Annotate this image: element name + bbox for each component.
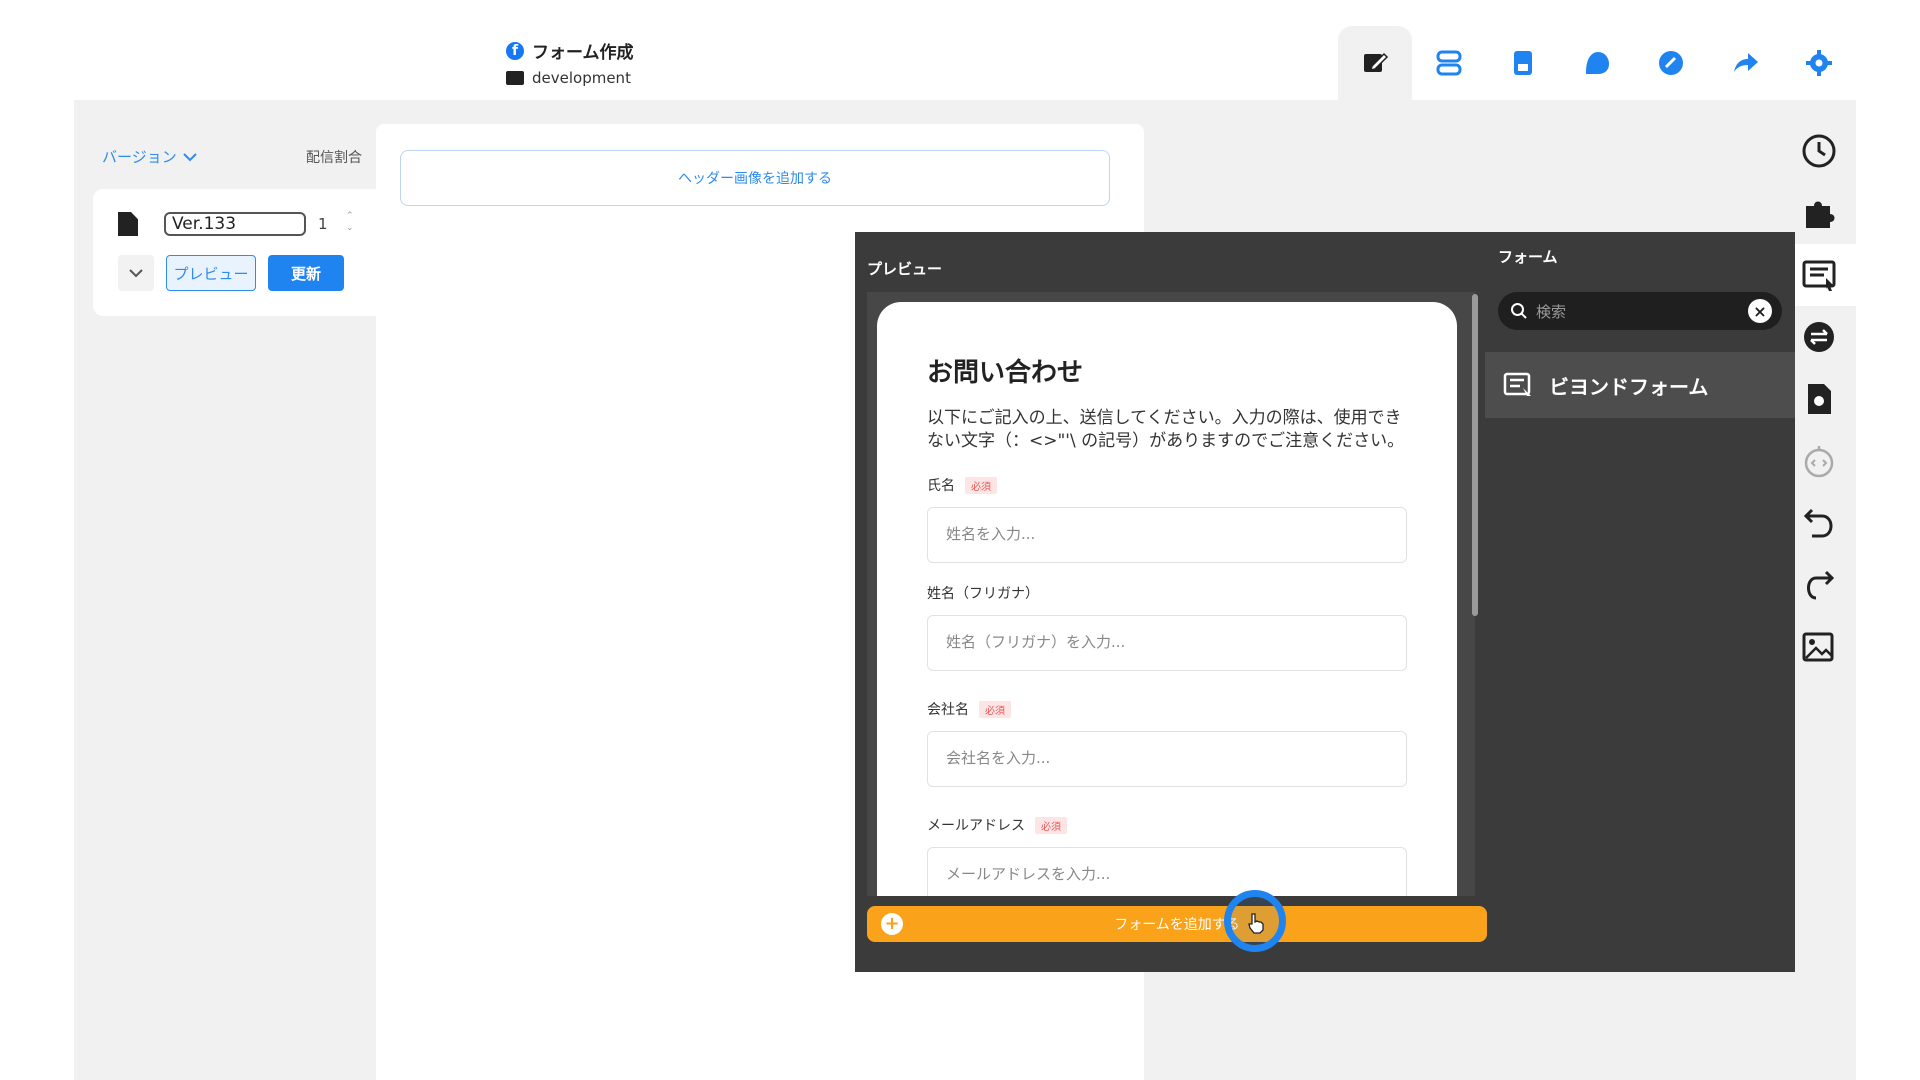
layout-button[interactable]: [1412, 26, 1486, 100]
folder-name: development: [532, 69, 631, 87]
stepper-arrows-icon[interactable]: ⌃ ⌄: [346, 210, 354, 234]
component-search[interactable]: 検索 ×: [1498, 292, 1782, 330]
search-icon: [1511, 303, 1527, 319]
required-badge: 必須: [965, 476, 997, 494]
component-label: ビヨンドフォーム: [1549, 374, 1709, 399]
image-upload-icon: [1802, 632, 1834, 662]
name-kana-input[interactable]: 姓名（フリガナ）を入力...: [927, 615, 1407, 671]
page-title: フォーム作成: [532, 43, 634, 63]
field-label: 会社名 必須: [927, 699, 1407, 719]
settings-button[interactable]: [1782, 26, 1856, 100]
preview-title: プレビュー: [867, 260, 943, 278]
field-label: 氏名 必須: [927, 475, 1407, 495]
hand-cursor-icon: [1248, 913, 1264, 934]
exchange-icon: [1804, 322, 1834, 352]
form-preview-pane[interactable]: お問い合わせ 以下にご記入の上、送信してください。入力の際は、使用できない文字（…: [867, 292, 1475, 896]
chevron-down-icon: [129, 269, 143, 278]
form-icon: [1503, 372, 1531, 396]
share-icon: [1734, 53, 1758, 72]
redo-icon: [1807, 570, 1835, 600]
version-panel: [93, 189, 376, 316]
form-icon: [1802, 260, 1836, 291]
preview-button[interactable]: プレビュー: [166, 255, 256, 291]
chevron-down-icon: [182, 152, 197, 161]
form-title: お問い合わせ: [927, 358, 1084, 388]
undo-icon: [1803, 508, 1833, 538]
field-label: メールアドレス 必須: [927, 815, 1407, 835]
form-modal: プレビュー フォーム お問い合わせ 以下にご記入の上、送信してください。入力の際…: [855, 232, 1795, 972]
field-label-text: 氏名: [927, 478, 955, 494]
chat-button[interactable]: [1560, 26, 1634, 100]
top-bar: f フォーム作成 development: [74, 0, 1856, 100]
ratio-value: 1: [318, 215, 328, 233]
file-settings-icon: [1808, 384, 1831, 414]
form-description: 以下にご記入の上、送信してください。入力の際は、使用できない文字（：<>"'\ …: [927, 408, 1405, 451]
name-input[interactable]: 姓名を入力...: [927, 507, 1407, 563]
add-form-label: フォームを追加する: [1114, 917, 1240, 933]
preview-scrollbar[interactable]: [1472, 294, 1478, 616]
top-toolbar: [1338, 26, 1856, 100]
puzzle-icon: [1806, 201, 1835, 228]
add-header-image-button[interactable]: ヘッダー画像を追加する: [400, 150, 1110, 206]
update-button[interactable]: 更新: [268, 255, 344, 291]
breadcrumb: f フォーム作成 development: [506, 38, 634, 87]
chat-icon: [1586, 52, 1609, 74]
field-label-text: 姓名（フリガナ）: [927, 586, 1039, 602]
version-name-input[interactable]: Ver.133: [164, 212, 306, 236]
field-label-text: 会社名: [927, 702, 969, 718]
history-button[interactable]: [1782, 120, 1856, 182]
add-form-button[interactable]: + フォームを追加する: [867, 906, 1487, 942]
clear-search-button[interactable]: ×: [1748, 299, 1772, 323]
link-icon: [1659, 51, 1683, 75]
ratio-label: 配信割合: [306, 150, 362, 166]
page-icon: [1514, 51, 1532, 75]
gear-icon: [1806, 50, 1832, 76]
company-input[interactable]: 会社名を入力...: [927, 731, 1407, 787]
history-icon: [1802, 134, 1836, 168]
facebook-icon: f: [506, 41, 524, 60]
page-button[interactable]: [1486, 26, 1560, 100]
layout-icon: [1436, 50, 1462, 76]
folder-icon: [506, 71, 524, 85]
form-card: お問い合わせ 以下にご記入の上、送信してください。入力の際は、使用できない文字（…: [877, 302, 1457, 896]
plus-icon: +: [881, 913, 903, 935]
edit-icon: [1364, 52, 1389, 72]
edit-button[interactable]: [1338, 26, 1412, 100]
required-badge: 必須: [979, 700, 1011, 718]
component-item-beyond-form[interactable]: ビヨンドフォーム: [1485, 352, 1795, 418]
search-input[interactable]: 検索: [1536, 301, 1566, 322]
field-label-text: メールアドレス: [927, 818, 1025, 834]
version-label: バージョン: [102, 148, 177, 166]
ratio-stepper[interactable]: 1 ⌃ ⌄: [314, 210, 354, 236]
expand-button[interactable]: [118, 255, 154, 291]
link-button[interactable]: [1634, 26, 1708, 100]
required-badge: 必須: [1035, 816, 1067, 834]
version-dropdown[interactable]: バージョン: [102, 146, 197, 167]
email-input[interactable]: メールアドレスを入力...: [927, 847, 1407, 896]
share-button[interactable]: [1708, 26, 1782, 100]
field-label: 姓名（フリガナ）: [927, 583, 1407, 603]
timer-code-icon: [1804, 446, 1834, 478]
form-panel-title: フォーム: [1498, 248, 1558, 266]
